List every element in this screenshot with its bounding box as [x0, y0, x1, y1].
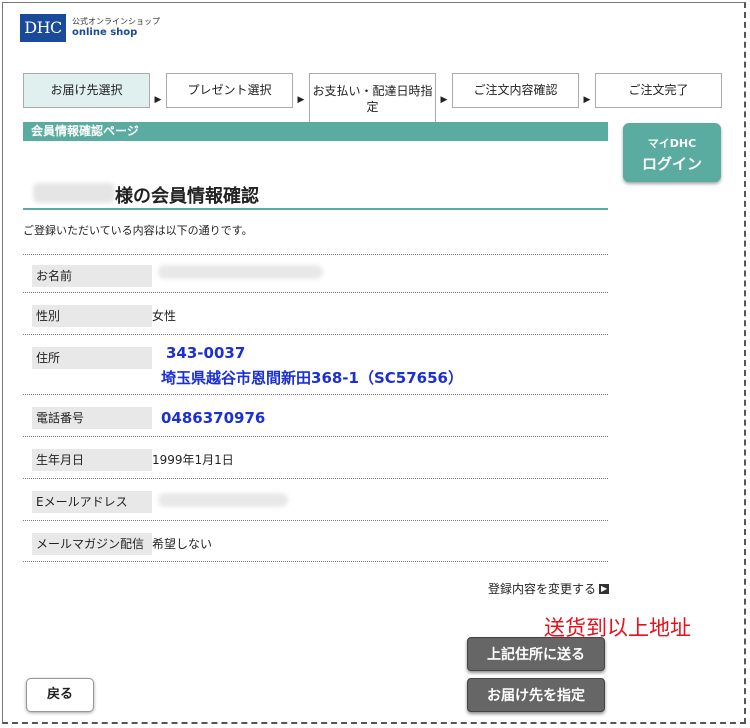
mydhc-login-button[interactable]: マイDHC ログイン	[623, 123, 721, 182]
row-value: 希望しない	[152, 537, 213, 551]
row-label: 電話番号	[32, 407, 152, 429]
arrow-right-icon: ▶	[599, 583, 610, 594]
row-name: お名前	[23, 254, 608, 292]
row-value: 女性	[152, 309, 177, 323]
row-value: 0486370976	[161, 409, 266, 427]
step-arrow-icon: ▶	[583, 94, 591, 105]
step-arrow-icon: ▶	[440, 94, 448, 105]
mydhc-label: マイDHC	[647, 137, 697, 150]
logo-subtitle: 公式オンラインショップ	[72, 17, 160, 26]
row-label: メールマガジン配信	[32, 533, 152, 555]
logo-text: 公式オンラインショップ online shop	[72, 18, 160, 38]
row-address: 住所 343-0037 埼玉県越谷市恩間新田368-1（SC57656）	[23, 334, 608, 394]
redacted-value	[158, 265, 323, 279]
row-label: Eメールアドレス	[32, 491, 152, 513]
change-link-label: 登録内容を変更する	[488, 582, 597, 596]
checkout-steps: お届け先選択 ▶ プレゼント選択 ▶ お支払い・配達日時指定 ▶ ご注文内容確認…	[23, 56, 722, 125]
member-info-list: お名前 性別 女性 住所 343-0037 埼玉県越谷市恩間新田368-1（SC…	[23, 254, 608, 562]
row-label: 住所	[32, 347, 152, 369]
section-title: 会員情報確認ページ	[23, 122, 608, 141]
row-label: お名前	[32, 265, 152, 287]
back-button[interactable]: 戻る	[26, 678, 94, 712]
step-arrow-icon: ▶	[297, 94, 305, 105]
step-confirm: ご注文内容確認	[452, 73, 579, 108]
step-payment: お支払い・配達日時指定	[309, 73, 436, 125]
row-value: 1999年1月1日	[152, 453, 234, 467]
redacted-value	[158, 493, 288, 507]
address-line: 埼玉県越谷市恩間新田368-1（SC57656）	[161, 369, 463, 387]
row-label: 性別	[32, 305, 152, 327]
logo-mark: DHC	[20, 14, 66, 42]
row-gender: 性別 女性	[23, 292, 608, 334]
page-title: 様の会員情報確認	[115, 186, 259, 207]
redacted-name	[33, 183, 115, 203]
step-delivery-address: お届け先選択	[23, 73, 150, 108]
step-arrow-icon: ▶	[154, 94, 162, 105]
row-birthday: 生年月日 1999年1月1日	[23, 436, 608, 478]
login-label: ログイン	[641, 155, 702, 173]
row-email: Eメールアドレス	[23, 478, 608, 520]
logo-title: online shop	[72, 27, 138, 38]
send-to-above-address-button[interactable]: 上記住所に送る	[467, 637, 605, 671]
row-phone: 電話番号 0486370976	[23, 394, 608, 436]
dhc-logo[interactable]: DHC 公式オンラインショップ online shop	[20, 14, 160, 42]
address-zip: 343-0037	[166, 344, 246, 362]
specify-delivery-address-button[interactable]: お届け先を指定	[467, 678, 605, 712]
step-complete: ご注文完了	[595, 73, 722, 108]
member-heading: 様の会員情報確認	[23, 178, 608, 210]
step-present: プレゼント選択	[166, 73, 293, 108]
row-label: 生年月日	[32, 449, 152, 471]
intro-text: ご登録いただいている内容は以下の通りです。	[23, 224, 253, 237]
change-info-link[interactable]: 登録内容を変更する ▶	[488, 580, 610, 597]
row-magazine: メールマガジン配信 希望しない	[23, 520, 608, 562]
